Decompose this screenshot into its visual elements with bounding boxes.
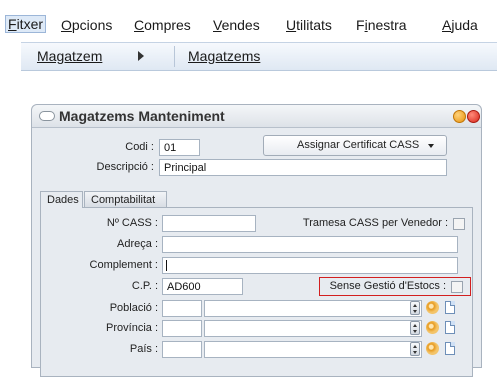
cp-field[interactable]: AD600 — [162, 278, 243, 295]
menu-ajuda[interactable]: Ajuda — [442, 17, 478, 33]
poblacio-sync-icon[interactable] — [426, 301, 439, 314]
submenu-strip: Magatzem Magatzems — [21, 42, 497, 71]
menu-compres-label: ompres — [144, 17, 191, 33]
provincia-stepper-icon[interactable] — [410, 321, 420, 335]
menu-fitxer-mnemonic: F — [8, 16, 17, 32]
dropdown-caret-icon — [428, 144, 434, 148]
poblacio-stepper-icon[interactable] — [410, 301, 420, 315]
submenu-arrow-icon — [138, 51, 144, 61]
menu-utilitats-mnemonic: U — [286, 17, 297, 33]
complement-label: Complement : — [89, 259, 158, 271]
tramesa-cass-checkbox[interactable] — [453, 218, 465, 230]
window-pill-icon[interactable] — [39, 111, 55, 121]
provincia-code-field[interactable] — [162, 320, 202, 337]
cp-label: C.P. : — [131, 280, 158, 292]
assign-cass-button[interactable]: Assignar Certificat CASS — [263, 135, 447, 156]
menu-opcions-label: pcions — [71, 17, 113, 33]
menu-bar: Fitxer Opcions Compres Vendes Utilitats … — [0, 0, 497, 33]
submenu-divider — [174, 46, 175, 67]
close-icon[interactable] — [467, 110, 480, 123]
sense-gestio-checkbox[interactable] — [451, 281, 463, 293]
pais-code-field[interactable] — [162, 341, 202, 358]
menu-vendes[interactable]: Vendes — [213, 17, 260, 33]
tramesa-cass-label: Tramesa CASS per Venedor : — [302, 217, 448, 229]
menu-vendes-label: endes — [221, 17, 260, 33]
adreca-field[interactable] — [162, 236, 458, 253]
poblacio-name-field[interactable] — [204, 300, 422, 317]
poblacio-code-field[interactable] — [162, 300, 202, 317]
tab-dades[interactable]: Dades — [40, 191, 83, 208]
menu-ajuda-mnemonic: A — [442, 17, 452, 33]
provincia-name-field[interactable] — [204, 320, 422, 337]
poblacio-label: Població : — [109, 302, 158, 314]
submenu-magatzems[interactable]: Magatzems — [188, 48, 260, 64]
tab-comptabilitat[interactable]: Comptabilitat — [84, 191, 167, 208]
n-cass-field[interactable] — [162, 215, 256, 232]
menu-compres[interactable]: Compres — [134, 17, 191, 33]
assign-cass-label: Assignar Certificat CASS — [297, 139, 420, 151]
menu-finestra[interactable]: Finestra — [356, 17, 407, 33]
codi-label: Codi : — [125, 141, 154, 153]
text-cursor — [166, 260, 167, 271]
codi-field[interactable]: 01 — [159, 139, 200, 156]
adreca-label: Adreça : — [117, 238, 158, 250]
menu-compres-mnemonic: C — [134, 17, 145, 33]
pais-document-icon[interactable] — [445, 342, 455, 355]
menu-vendes-mnemonic: V — [213, 17, 222, 33]
menu-utilitats-label: tilitats — [296, 17, 332, 33]
menu-utilitats[interactable]: Utilitats — [286, 17, 332, 33]
poblacio-document-icon[interactable] — [445, 301, 455, 314]
provincia-label: Província : — [106, 322, 158, 334]
menu-finestra-label: nestra — [367, 17, 407, 33]
pais-sync-icon[interactable] — [426, 342, 439, 355]
maintenance-window: Magatzems Manteniment Codi : 01 Assignar… — [31, 104, 482, 377]
menu-opcions-mnemonic: O — [61, 17, 72, 33]
descripcio-field[interactable]: Principal — [159, 159, 447, 176]
minimize-icon[interactable] — [453, 110, 466, 123]
n-cass-label: Nº CASS : — [106, 217, 158, 229]
pais-stepper-icon[interactable] — [410, 342, 420, 356]
complement-field[interactable] — [162, 257, 458, 274]
window-titlebar[interactable]: Magatzems Manteniment — [32, 105, 481, 128]
menu-finestra-prefix: F — [356, 17, 365, 33]
pais-label: País : — [129, 343, 158, 355]
submenu-magatzem[interactable]: Magatzem — [37, 48, 102, 64]
provincia-document-icon[interactable] — [445, 321, 455, 334]
menu-fitxer[interactable]: Fitxer — [4, 15, 47, 33]
menu-ajuda-label: juda — [451, 17, 478, 33]
descripcio-label: Descripció : — [96, 161, 154, 173]
provincia-sync-icon[interactable] — [426, 321, 439, 334]
pais-name-field[interactable] — [204, 341, 422, 358]
menu-fitxer-label: itxer — [16, 16, 44, 32]
sense-gestio-label: Sense Gestió d'Estocs : — [329, 280, 446, 292]
window-title: Magatzems Manteniment — [59, 108, 225, 124]
menu-opcions[interactable]: Opcions — [61, 17, 112, 33]
